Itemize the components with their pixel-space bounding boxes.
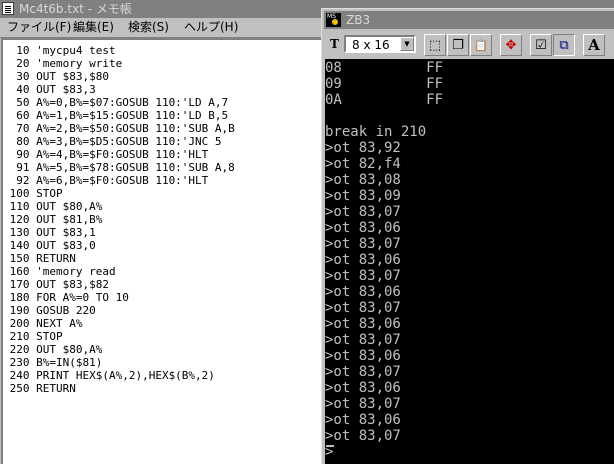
console-line: >ot 83,07 [325,268,401,284]
console-line: >ot 83,06 [325,284,401,300]
code-line: 200 NEXT A% [3,317,83,330]
console-line: >ot 83,09 [325,188,401,204]
copy-button[interactable]: ❐ [447,34,469,56]
console-line: >ot 83,06 [325,316,401,332]
fullscreen-icon: ✥ [505,37,517,53]
code-line: 10 'mycpu4 test [3,44,116,57]
code-line: 50 A%=0,B%=$07:GOSUB 110:'LD A,7 [3,96,229,109]
font-icon: A [588,35,600,54]
console-line: break in 210 [325,124,427,140]
code-line: 230 B%=IN($81) [3,356,103,369]
console-line: >ot 83,07 [325,204,401,220]
code-line: 60 A%=1,B%=$15:GOSUB 110:'LD B,5 [3,109,229,122]
console-line: >ot 83,07 [325,332,401,348]
code-line: 160 'memory read [3,265,116,278]
code-line: 150 RETURN [3,252,76,265]
code-line: 210 STOP [3,330,63,343]
menu-edit[interactable]: 編集(E) [73,20,114,35]
code-line: 120 OUT $81,B% [3,213,103,226]
code-line: 40 OUT $83,3 [3,83,96,96]
code-line: 140 OUT $83,0 [3,239,96,252]
paste-icon: 📋 [474,38,488,52]
code-line: 240 PRINT HEX$(A%,2),HEX$(B%,2) [3,369,215,382]
menu-file[interactable]: ファイル(F) [7,20,71,35]
console-line: 08 FF [325,60,444,76]
code-line: 30 OUT $83,$80 [3,70,109,83]
console-line: >ot 83,07 [325,428,401,444]
console-window: ZB3 T 8 x 16 ▼ ⬚ ❐ 📋 ✥ ☑ ⧉ A 08 FF09 FF0… [321,8,614,464]
mark-icon: ⬚ [428,37,442,53]
font-size-value: 8 x 16 [352,38,390,52]
notepad-icon[interactable] [2,2,14,15]
code-line: 190 GOSUB 220 [3,304,96,317]
console-line: >ot 83,06 [325,252,401,268]
background-button[interactable]: ⧉ [553,34,575,56]
properties-button[interactable]: ☑ [530,34,552,56]
code-line: 70 A%=2,B%=$50:GOSUB 110:'SUB A,B [3,122,235,135]
console-line: >ot 83,07 [325,300,401,316]
msdos-icon[interactable] [326,13,341,27]
console-line: >ot 83,07 [325,364,401,380]
console-line: 09 FF [325,76,444,92]
code-line: 220 OUT $80,A% [3,343,103,356]
menu-search[interactable]: 検索(S) [128,20,169,35]
console-line: >ot 83,07 [325,396,401,412]
paste-button[interactable]: 📋 [470,34,492,56]
console-line: 0A FF [325,92,444,108]
console-line: >ot 83,08 [325,172,401,188]
font-button[interactable]: A [583,34,605,56]
console-output[interactable]: 08 FF 09 FF 0A FF break in 210 >ot 83,92 >ot … [325,59,614,464]
console-line: >ot 83,06 [325,220,401,236]
fullscreen-button[interactable]: ✥ [500,34,522,56]
truetype-font-icon: T [330,37,339,51]
console-toolbar: T 8 x 16 ▼ ⬚ ❐ 📋 ✥ ☑ ⧉ A [324,30,614,58]
code-line: 250 RETURN [3,382,76,395]
code-line: 110 OUT $80,A% [3,200,103,213]
code-line: 80 A%=3,B%=$D5:GOSUB 110:'JNC 5 [3,135,222,148]
properties-icon: ☑ [535,37,547,53]
code-line: 90 A%=4,B%=$F0:GOSUB 110:'HLT [3,148,209,161]
code-line: 170 OUT $83,$82 [3,278,109,291]
code-line: 91 A%=5,B%=$78:GOSUB 110:'SUB A,8 [3,161,235,174]
console-line: >ot 82,f4 [325,156,401,172]
code-line: 180 FOR A%=0 TO 10 [3,291,129,304]
chevron-down-icon[interactable]: ▼ [400,37,414,51]
copy-icon: ❐ [452,37,464,53]
console-line: >ot 83,06 [325,348,401,364]
console-line: >ot 83,06 [325,380,401,396]
font-size-select[interactable]: 8 x 16 ▼ [344,35,416,53]
text-cursor [326,445,334,447]
notepad-text-area[interactable]: 10 'mycpu4 test 20 'memory write 30 OUT … [1,38,323,464]
code-line: 100 STOP [3,187,63,200]
console-line: >ot 83,92 [325,140,401,156]
background-icon: ⧉ [559,37,569,53]
menu-help[interactable]: ヘルプ(H) [184,20,238,35]
notepad-title: Mc4t6b.txt - メモ帳 [19,2,132,16]
code-line: 130 OUT $83,1 [3,226,96,239]
code-line: 92 A%=6,B%=$F0:GOSUB 110:'HLT [3,174,209,187]
console-line: >ot 83,07 [325,236,401,252]
mark-button[interactable]: ⬚ [424,34,446,56]
console-title-bar[interactable]: ZB3 [324,11,614,29]
console-title: ZB3 [346,13,371,27]
console-line: >ot 83,06 [325,412,401,428]
code-line: 20 'memory write [3,57,123,70]
